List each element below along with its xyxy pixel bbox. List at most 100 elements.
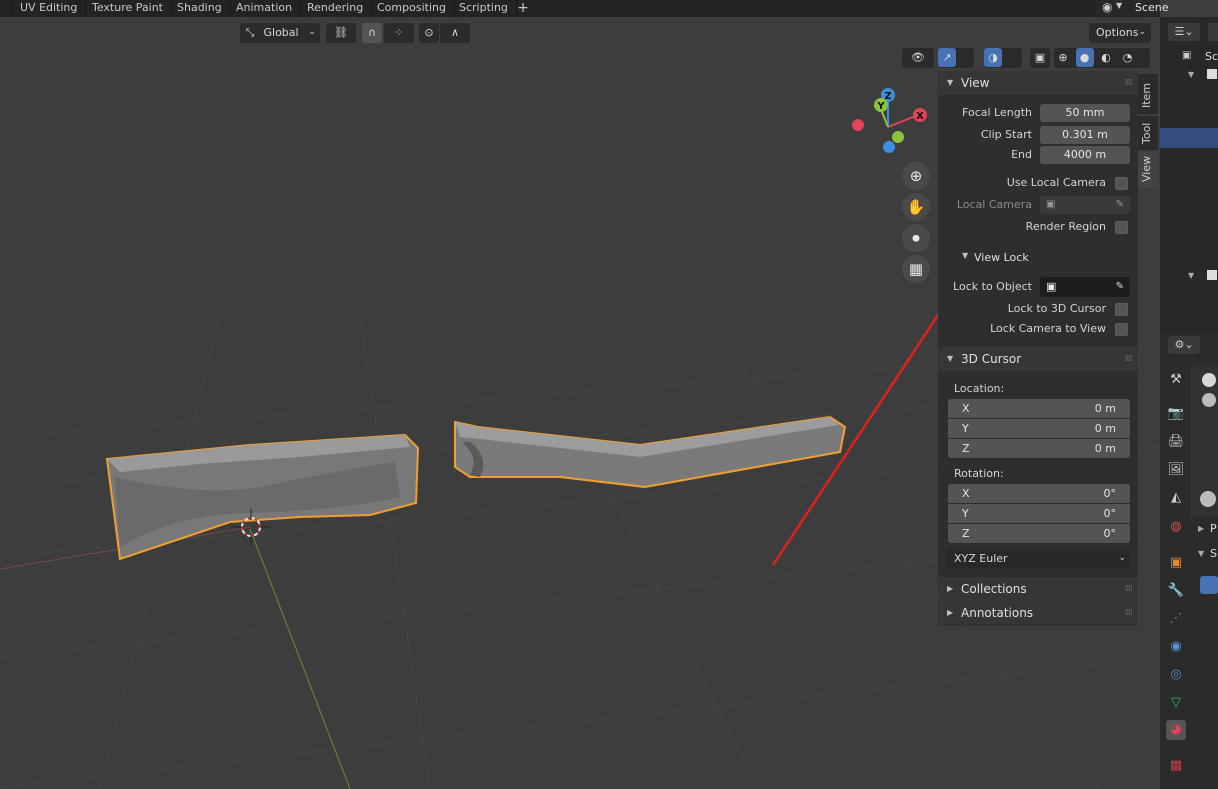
expand-arrow-icon[interactable]: ▶ — [1198, 524, 1204, 533]
render-icon[interactable]: 📷 — [1166, 404, 1186, 424]
filter-icon[interactable] — [1208, 23, 1218, 41]
drag-handle-icon[interactable]: ⁞⁞⁞⁞ — [1125, 601, 1134, 625]
view-section-header[interactable]: ▼ View ⁞⁞⁞⁞ — [938, 71, 1138, 95]
drag-handle-icon[interactable]: ⁞⁞⁞⁞ — [1125, 347, 1134, 371]
cursor-location-x[interactable]: X 0 m — [948, 399, 1130, 418]
annotations-section-header[interactable]: ▶ Annotations ⁞⁞⁞⁞ — [938, 601, 1138, 625]
object-properties-icon[interactable]: ▣ — [1166, 553, 1186, 573]
visibility-dropdown[interactable]: 👁 — [902, 48, 934, 68]
tab-uv-editing[interactable]: UV Editing — [12, 0, 87, 17]
cursor-rotation-y[interactable]: Y 0° — [948, 504, 1130, 523]
scene-properties-icon[interactable]: ◭ — [1166, 488, 1186, 508]
local-camera-field[interactable]: ▣ ✎ — [1040, 196, 1130, 214]
transform-orientation-dropdown[interactable]: ⤡ Global ⌄ — [240, 23, 320, 43]
output-icon[interactable]: 🖨 — [1166, 432, 1186, 452]
physics-icon[interactable]: ◉ — [1166, 637, 1186, 657]
modifier-wrench-icon[interactable]: 🔧 — [1166, 581, 1186, 601]
lock-to-object-field[interactable]: ▣ ✎ — [1040, 277, 1130, 297]
material-shading-icon[interactable]: ◐ — [1097, 48, 1115, 67]
local-camera-label: Local Camera — [956, 198, 1032, 211]
options-dropdown[interactable]: Options ⌄ — [1089, 23, 1151, 43]
focal-length-field[interactable]: 50 mm — [1040, 104, 1130, 122]
axis-label: Z — [962, 527, 970, 540]
tab-texture-paint[interactable]: Texture Paint — [84, 0, 172, 17]
lock-camera-to-view-checkbox[interactable] — [1115, 323, 1128, 336]
collapse-arrow-icon[interactable]: ▼ — [1198, 549, 1204, 558]
drag-handle-icon[interactable]: ⁞⁞⁞⁞ — [1125, 577, 1134, 601]
tool-settings-icon[interactable]: ⚒ — [1166, 370, 1186, 390]
cursor-location-z[interactable]: Z 0 m — [948, 439, 1130, 458]
tab-compositing[interactable]: Compositing — [369, 0, 455, 17]
collection-checkbox[interactable] — [1207, 69, 1217, 79]
tab-view[interactable]: View — [1138, 152, 1158, 188]
lock-to-3d-cursor-checkbox[interactable] — [1115, 303, 1128, 316]
solid-shading-icon[interactable]: ● — [1075, 48, 1094, 67]
rotation-mode-value: XYZ Euler — [954, 552, 1008, 565]
selected-mesh-right[interactable] — [454, 415, 847, 489]
zoom-icon[interactable]: ⊕ — [902, 162, 930, 190]
tab-shading[interactable]: Shading — [169, 0, 231, 17]
pivot-point-dropdown[interactable]: ⛓ — [326, 23, 356, 43]
gizmo-toggle[interactable]: ↗ — [938, 48, 974, 68]
wireframe-shading-icon[interactable]: ⊕ — [1054, 48, 1072, 67]
render-region-checkbox[interactable] — [1115, 221, 1128, 234]
outliner-selected-row[interactable] — [1160, 128, 1218, 148]
eyedropper-icon[interactable]: ✎ — [1116, 196, 1124, 214]
falloff-dropdown[interactable]: ∧ — [440, 23, 470, 43]
use-local-camera-checkbox[interactable] — [1115, 177, 1128, 190]
editor-type-dropdown[interactable]: ☰⌄ — [1168, 23, 1200, 41]
outliner-scene-label[interactable]: Sc — [1205, 50, 1218, 63]
props-panel-label-p[interactable]: P — [1210, 522, 1217, 535]
cursor-rotation-x[interactable]: X 0° — [948, 484, 1130, 503]
transform-orientation-value: Global — [263, 26, 299, 39]
perspective-grid-icon[interactable]: ▦ — [902, 255, 930, 283]
tab-animation[interactable]: Animation — [228, 0, 302, 17]
scene-name[interactable]: Scene — [1135, 0, 1169, 16]
editor-type-dropdown[interactable]: ⚙⌄ — [1168, 336, 1200, 354]
view-lock-title[interactable]: View Lock — [974, 251, 1029, 264]
snap-target-dropdown[interactable]: ⁘ — [384, 23, 414, 43]
surface-icon[interactable] — [1200, 576, 1218, 594]
material-preview-sphere[interactable] — [1202, 373, 1216, 387]
clip-start-field[interactable]: 0.301 m — [1040, 126, 1130, 144]
expand-arrow-icon[interactable]: ▼ — [1188, 70, 1194, 79]
tab-scripting[interactable]: Scripting — [451, 0, 517, 17]
object-data-icon[interactable]: ▽ — [1166, 693, 1186, 713]
navigation-gizmo[interactable]: Z X Y — [848, 87, 928, 167]
xray-toggle[interactable]: ▣ — [1030, 48, 1050, 68]
constraints-icon[interactable]: ◎ — [1166, 665, 1186, 685]
eyedropper-icon[interactable]: ✎ — [1116, 278, 1124, 296]
material-slot-icon[interactable] — [1200, 491, 1216, 507]
collapse-arrow-icon: ▼ — [947, 78, 954, 87]
pan-hand-icon[interactable]: ✋ — [902, 193, 930, 221]
3d-cursor-section-header[interactable]: ▼ 3D Cursor ⁞⁞⁞⁞ — [938, 347, 1138, 371]
overlays-toggle[interactable]: ◑ — [984, 48, 1022, 68]
snap-toggle[interactable]: ∩ — [362, 23, 382, 43]
proportional-edit-toggle[interactable]: ⊙ — [419, 23, 439, 43]
clip-end-field[interactable]: 4000 m — [1040, 146, 1130, 164]
cursor-rotation-z[interactable]: Z 0° — [948, 524, 1130, 543]
axis-value: 0° — [1103, 487, 1117, 500]
particles-icon[interactable]: ⋰ — [1166, 609, 1186, 629]
texture-checker-icon[interactable]: ▩ — [1166, 756, 1186, 776]
camera-view-icon[interactable]: ⏺ — [902, 224, 930, 252]
rotation-mode-dropdown[interactable]: XYZ Euler ⌄ — [947, 549, 1131, 569]
tab-item[interactable]: Item — [1138, 74, 1158, 114]
props-panel-label-s[interactable]: S — [1210, 547, 1217, 560]
expand-arrow-icon[interactable]: ▼ — [1188, 271, 1194, 280]
world-icon[interactable]: ◍ — [1166, 517, 1186, 537]
tab-tool[interactable]: Tool — [1138, 116, 1158, 150]
selected-mesh-left[interactable] — [105, 433, 420, 561]
cursor-location-y[interactable]: Y 0 m — [948, 419, 1130, 438]
tab-rendering[interactable]: Rendering — [299, 0, 373, 17]
rendered-shading-icon[interactable]: ◔ — [1119, 48, 1137, 67]
workspace-tab-partial[interactable] — [0, 0, 12, 17]
material-icon[interactable]: ◕ — [1166, 720, 1186, 740]
material-preview-sphere[interactable] — [1202, 393, 1216, 407]
drag-handle-icon[interactable]: ⁞⁞⁞⁞ — [1125, 71, 1134, 95]
view-layer-icon[interactable]: 🖼 — [1166, 460, 1186, 480]
collection-checkbox[interactable] — [1207, 270, 1217, 280]
collections-section-header[interactable]: ▶ Collections ⁞⁞⁞⁞ — [938, 577, 1138, 601]
add-workspace-button[interactable]: + — [513, 0, 533, 17]
collapse-arrow-icon[interactable]: ▼ — [962, 251, 968, 260]
